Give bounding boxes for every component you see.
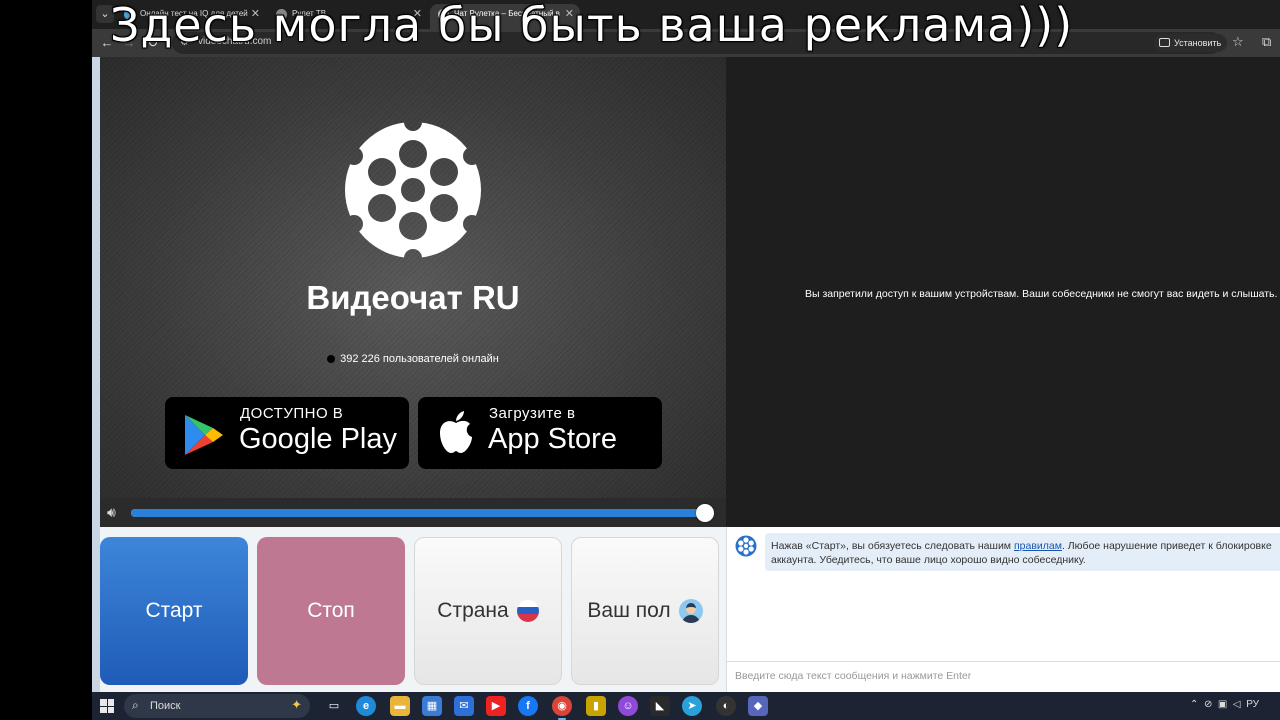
bookmark-star-icon[interactable]: ☆: [1232, 34, 1244, 50]
volume-icon[interactable]: ◁: [1233, 699, 1241, 710]
taskbar-search[interactable]: ⌕ Поиск ✦: [124, 694, 310, 718]
system-text-after: . Любое нарушение приведет к блокировке: [1061, 540, 1272, 552]
brand-title: Видеочат RU: [306, 279, 520, 316]
file-explorer-icon[interactable]: ▬: [390, 696, 410, 716]
extensions-icon[interactable]: ⧉: [1262, 34, 1271, 50]
system-message: Нажав «Старт», вы обязуетесь следовать н…: [765, 533, 1280, 571]
search-icon: ⌕: [132, 698, 139, 712]
page-content: Видеочат RU 392 226 пользователей онлайн…: [92, 57, 1280, 692]
network-icon[interactable]: ▣: [1218, 699, 1227, 710]
language-indicator[interactable]: РУ: [1246, 699, 1259, 710]
country-label: Страна: [437, 599, 509, 622]
peer-video-panel: Вы запретили доступ к вашим устройствам.…: [726, 57, 1280, 527]
system-tray[interactable]: ⌃ ⊘ ▣ ◁ РУ: [1190, 699, 1259, 710]
app-icon-blue[interactable]: ◆: [748, 696, 768, 716]
device-denied-message: Вы запретили доступ к вашим устройствам.…: [805, 288, 1278, 300]
task-view-icon[interactable]: ▭: [324, 696, 344, 716]
apple-icon: [440, 411, 472, 453]
facebook-icon[interactable]: f: [518, 696, 538, 716]
stop-label: Стоп: [307, 599, 355, 622]
volume-fill: [131, 509, 706, 517]
google-play-button[interactable]: ДОСТУПНО В Google Play: [165, 397, 409, 469]
country-button[interactable]: Страна: [414, 537, 562, 685]
install-label: Установить: [1174, 38, 1222, 48]
gender-label: Ваш пол: [587, 599, 671, 622]
edge-icon[interactable]: e: [356, 696, 376, 716]
user-avatar-icon: [678, 599, 703, 623]
app-store-button[interactable]: Загрузите в App Store: [418, 397, 662, 469]
page-left-border: [92, 57, 100, 692]
google-play-small: ДОСТУПНО В: [240, 405, 344, 422]
start-button[interactable]: Старт: [100, 537, 248, 685]
chat-panel: Нажав «Старт», вы обязуетесь следовать н…: [726, 527, 1280, 692]
screen: ⌄ Онлайн тест на IQ для детей ✕ Рулет ТВ…: [92, 0, 1280, 720]
rules-link[interactable]: правилам: [1014, 540, 1062, 552]
app-icon-red[interactable]: ◐: [716, 696, 736, 716]
volume-slider[interactable]: [131, 504, 715, 522]
youtube-icon[interactable]: ▶: [486, 696, 506, 716]
stop-button[interactable]: Стоп: [257, 537, 405, 685]
volume-thumb[interactable]: [696, 504, 715, 522]
app-store-small: Загрузите в: [489, 405, 576, 422]
revolver-cylinder-logo-icon: [345, 122, 481, 258]
system-text-line2: аккаунта. Убедитесь, что ваше лицо хорош…: [771, 554, 1086, 566]
install-icon: [1159, 38, 1170, 47]
system-text: Нажав «Старт», вы обязуетесь следовать н…: [771, 540, 1014, 552]
volume-bar: 🔊︎: [100, 498, 726, 527]
app-icon-dark[interactable]: ◣: [650, 696, 670, 716]
online-text: 392 226 пользователей онлайн: [340, 353, 499, 365]
app-icon-yellow[interactable]: ▮: [586, 696, 606, 716]
telegram-icon[interactable]: ➤: [682, 696, 702, 716]
install-app-button[interactable]: Установить: [1154, 34, 1228, 52]
own-video-panel: Видеочат RU 392 226 пользователей онлайн…: [100, 57, 726, 527]
gender-button[interactable]: Ваш пол: [571, 537, 719, 685]
search-label: Поиск: [150, 700, 181, 712]
tray-chevron-icon[interactable]: ⌃: [1190, 699, 1198, 710]
system-logo-icon: [735, 535, 757, 557]
chat-input-row: [727, 661, 1280, 689]
overlay-caption: Здесь могла бы быть ваша реклама))): [110, 0, 1074, 52]
store-icon[interactable]: ▦: [422, 696, 442, 716]
speaker-icon[interactable]: 🔊︎: [107, 504, 116, 521]
message-input[interactable]: [735, 668, 1265, 684]
online-counter: 392 226 пользователей онлайн: [100, 353, 726, 365]
chrome-icon[interactable]: ◉: [552, 696, 572, 720]
app-store-big: App Store: [488, 423, 617, 455]
mic-muted-icon[interactable]: ⊘: [1204, 699, 1212, 710]
windows-taskbar: ⌕ Поиск ✦ ▭ e ▬ ▦ ✉ ▶ f ◉ ▮ ☺ ◣ ➤ ◐ ◆ ⌃ …: [92, 692, 1280, 720]
russia-flag-icon: [516, 600, 539, 622]
mail-icon[interactable]: ✉: [454, 696, 474, 716]
sparkle-icon: ✦: [291, 697, 302, 712]
online-dot-icon: [327, 355, 336, 363]
discord-icon[interactable]: ☺: [618, 696, 638, 716]
google-play-icon: [185, 415, 223, 455]
google-play-big: Google Play: [239, 423, 397, 455]
start-label: Старт: [145, 599, 203, 622]
windows-start-icon[interactable]: [100, 699, 114, 713]
